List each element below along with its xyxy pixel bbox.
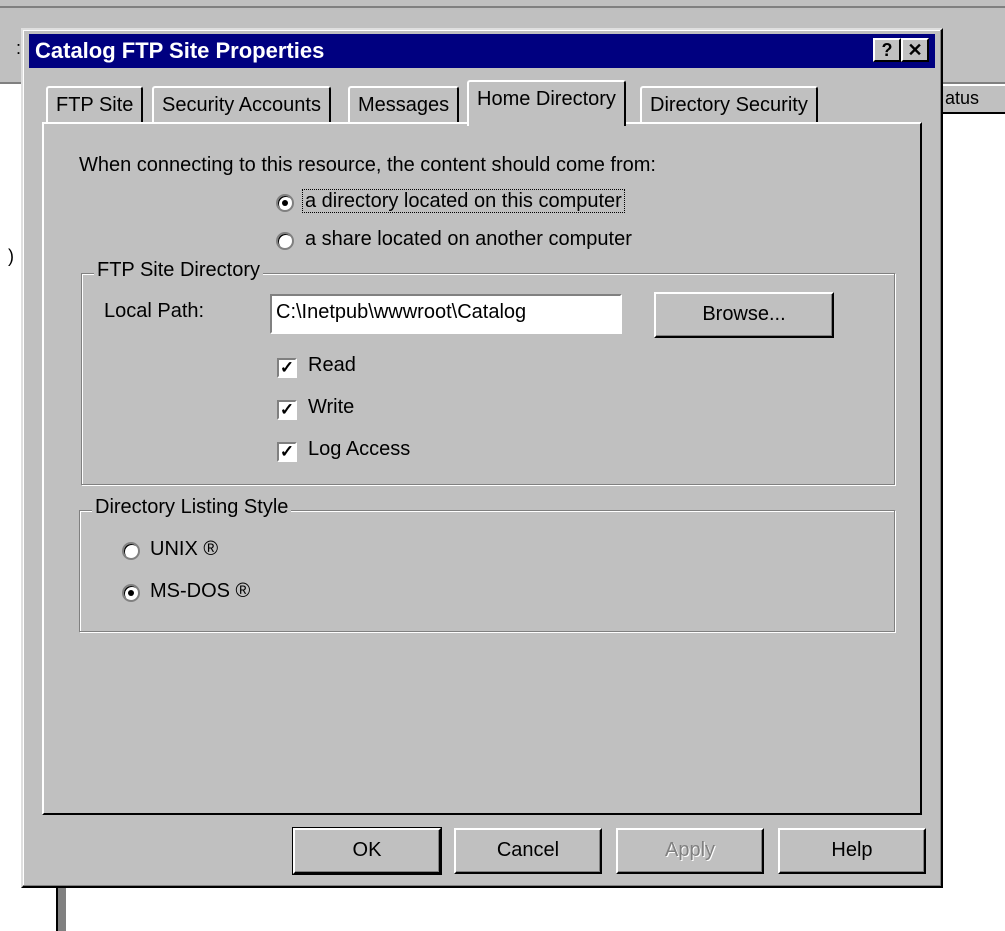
write-label[interactable]: Write xyxy=(308,396,354,419)
radio-network-share[interactable] xyxy=(276,232,294,250)
local-path-input[interactable]: C:\Inetpub\wwwroot\Catalog xyxy=(270,294,622,334)
local-path-label: Local Path: xyxy=(104,300,205,322)
read-label[interactable]: Read xyxy=(308,354,356,377)
home-directory-panel: When connecting to this resource, the co… xyxy=(42,122,922,815)
help-title-button[interactable]: ? xyxy=(873,38,901,62)
tab-label: Messages xyxy=(358,94,450,116)
tab-label: Home Directory xyxy=(477,88,616,110)
ok-button[interactable]: OK xyxy=(292,827,442,875)
browse-button-label: Browse... xyxy=(702,303,786,325)
tab-messages[interactable]: Messages xyxy=(348,86,460,122)
cancel-button[interactable]: Cancel xyxy=(454,828,602,874)
radio-selected-dot xyxy=(282,200,288,206)
tab-label: Security Accounts xyxy=(162,94,321,116)
listing-style-title: Directory Listing Style xyxy=(92,496,292,519)
browse-button[interactable]: Browse... xyxy=(654,292,834,338)
content-source-prompt: When connecting to this resource, the co… xyxy=(79,154,656,176)
radio-local-directory[interactable] xyxy=(276,194,294,212)
radio-ms-dos[interactable] xyxy=(122,584,140,602)
tab-security-accounts[interactable]: Security Accounts xyxy=(152,86,331,122)
background-splitter xyxy=(56,888,66,931)
ftp-site-directory-title: FTP Site Directory xyxy=(94,259,263,282)
cancel-button-label: Cancel xyxy=(496,839,560,861)
dialog-title: Catalog FTP Site Properties xyxy=(35,38,325,63)
tab-label: Directory Security xyxy=(650,94,808,116)
radio-ms-dos-label[interactable]: MS-DOS ® xyxy=(150,580,250,603)
help-button-label: Help xyxy=(831,839,873,861)
background-column-status: atus xyxy=(945,88,980,108)
tab-label: FTP Site xyxy=(56,94,134,116)
tab-home-directory[interactable]: Home Directory xyxy=(467,80,626,126)
apply-button[interactable]: Apply xyxy=(616,828,764,874)
help-button[interactable]: Help xyxy=(778,828,926,874)
tab-directory-security[interactable]: Directory Security xyxy=(640,86,818,122)
write-checkbox[interactable]: ✓ xyxy=(277,400,297,420)
tab-ftp-site[interactable]: FTP Site xyxy=(46,86,144,122)
radio-local-directory-label[interactable]: a directory located on this computer xyxy=(302,189,625,213)
read-checkbox[interactable]: ✓ xyxy=(277,358,297,378)
properties-dialog: Catalog FTP Site Properties ? ✕ FTP Site… xyxy=(21,28,943,888)
ok-button-label: OK xyxy=(352,839,382,861)
radio-network-share-label[interactable]: a share located on another computer xyxy=(305,228,632,251)
close-button[interactable]: ✕ xyxy=(901,38,929,62)
background-fragment-side: ) xyxy=(8,246,14,266)
dialog-titlebar[interactable]: Catalog FTP Site Properties ? ✕ xyxy=(29,34,935,68)
log-access-label[interactable]: Log Access xyxy=(308,438,410,461)
radio-unix[interactable] xyxy=(122,542,140,560)
radio-selected-dot xyxy=(128,590,134,596)
log-access-checkbox[interactable]: ✓ xyxy=(277,442,297,462)
apply-button-label: Apply xyxy=(664,839,716,861)
radio-unix-label[interactable]: UNIX ® xyxy=(150,538,218,561)
listing-style-group xyxy=(79,510,895,632)
focus-outline: a directory located on this computer xyxy=(302,189,625,213)
background-window-top-border xyxy=(0,6,1005,8)
